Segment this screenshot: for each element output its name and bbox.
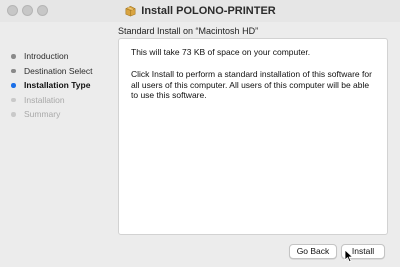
window-title-group: Install POLONO-PRINTER <box>0 3 400 19</box>
step-summary: Summary <box>8 107 93 122</box>
step-label: Installation <box>24 94 65 105</box>
step-label: Installation Type <box>24 80 91 90</box>
space-required-text: This will take 73 KB of space on your co… <box>131 47 311 57</box>
package-icon <box>125 6 136 17</box>
step-introduction: Introduction <box>8 49 93 64</box>
title-bar: Install POLONO-PRINTER <box>0 0 400 22</box>
mouse-pointer-icon <box>344 249 353 263</box>
step-destination-select: Destination Select <box>8 64 93 79</box>
step-installation: Installation <box>8 93 93 108</box>
step-installation-type: Installation Type <box>8 78 93 93</box>
installer-steps: Introduction Destination Select Installa… <box>8 49 93 122</box>
step-dot-icon <box>11 54 16 59</box>
step-dot-icon <box>11 68 16 73</box>
step-dot-icon <box>11 83 16 88</box>
window-title: Install POLONO-PRINTER <box>141 5 276 17</box>
step-dot-icon <box>11 112 16 117</box>
step-dot-icon <box>11 97 16 102</box>
step-label: Introduction <box>24 51 69 61</box>
install-description-text: Click Install to perform a standard inst… <box>131 69 372 100</box>
content-panel: This will take 73 KB of space on your co… <box>118 38 388 235</box>
page-subtitle: Standard Install on “Macintosh HD” <box>118 26 259 36</box>
step-label: Destination Select <box>24 65 93 76</box>
go-back-button[interactable]: Go Back <box>289 244 337 259</box>
step-label: Summary <box>24 109 61 119</box>
installer-window: Install POLONO-PRINTER Standard Install … <box>0 0 400 267</box>
